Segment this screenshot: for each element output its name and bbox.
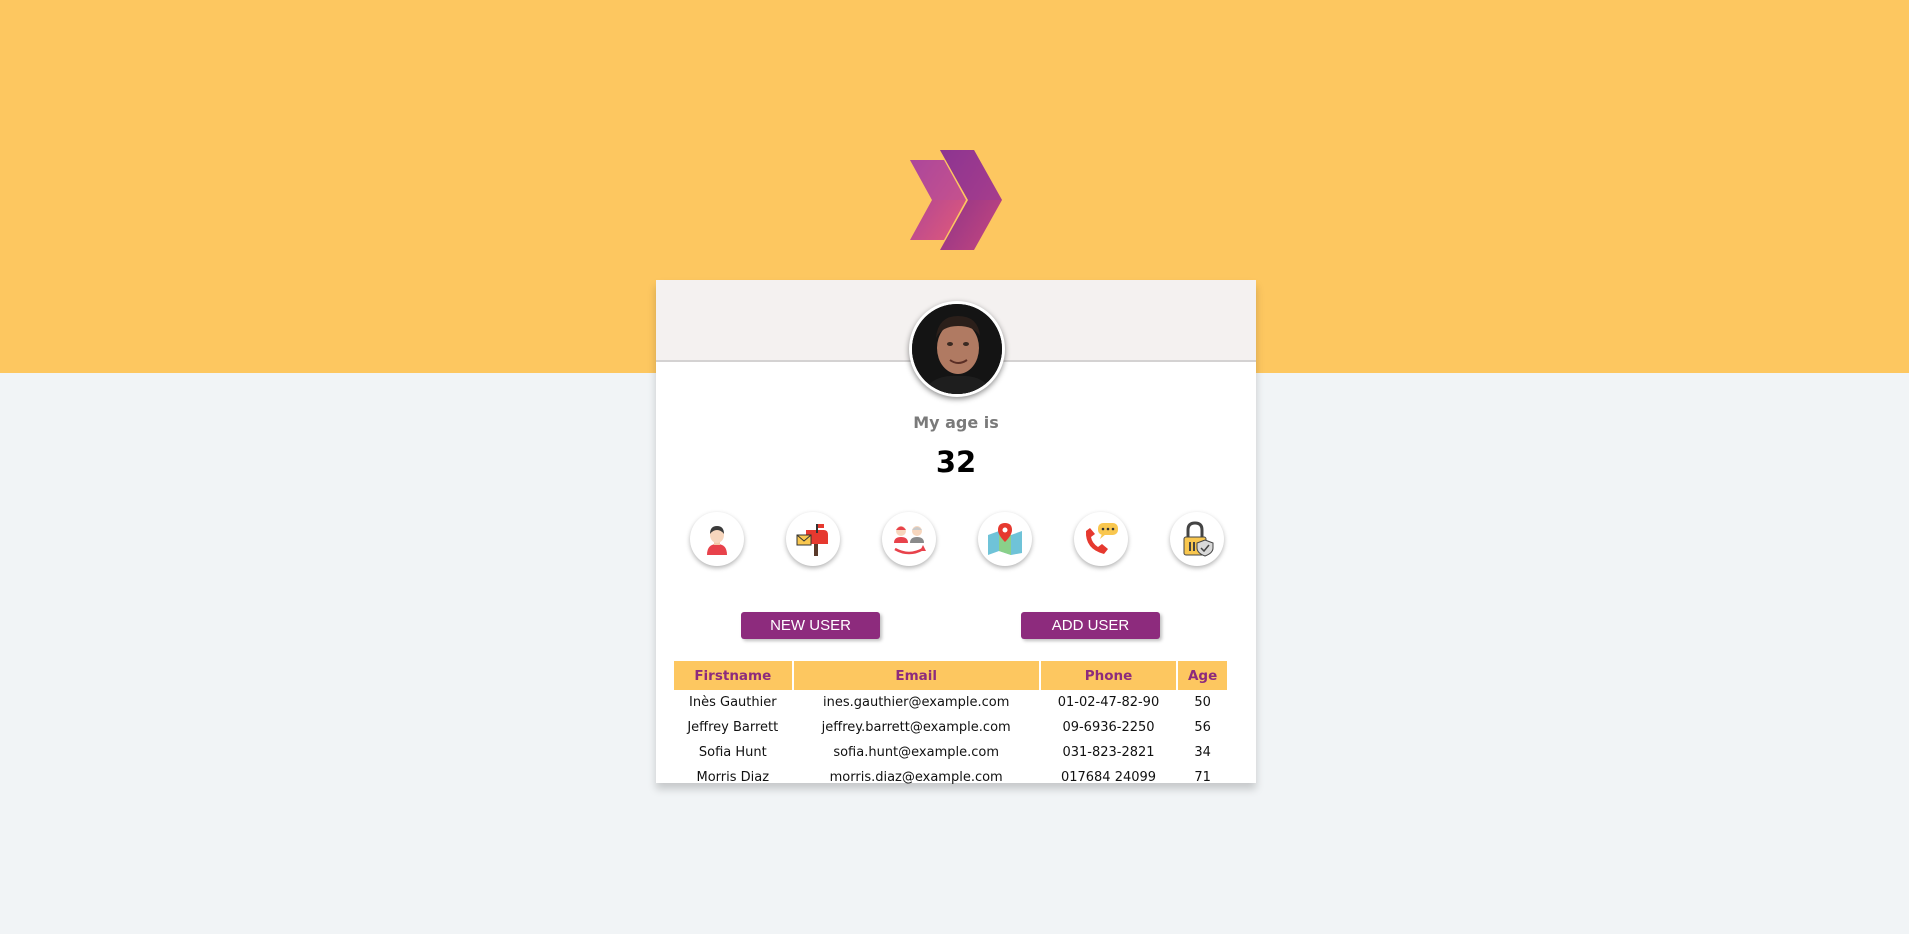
- table-row[interactable]: Morris Diaz morris.diaz@example.com 0176…: [674, 765, 1227, 790]
- cell-age: 34: [1194, 745, 1211, 760]
- cell-phone: 01-02-47-82-90: [1057, 695, 1160, 710]
- cell-firstname: Morris Diaz: [696, 770, 770, 785]
- cell-firstname: Jeffrey Barrett: [687, 720, 779, 735]
- user-icon[interactable]: [690, 512, 744, 566]
- chevron-logo-icon: [908, 148, 1004, 252]
- cell-email: morris.diaz@example.com: [829, 770, 1003, 785]
- cell-firstname: Inès Gauthier: [689, 695, 777, 710]
- avatar: [909, 301, 1005, 397]
- table-row[interactable]: Sofia Hunt sofia.hunt@example.com 031-82…: [674, 740, 1227, 765]
- cell-phone: 031-823-2821: [1062, 745, 1155, 760]
- mailbox-icon[interactable]: [786, 512, 840, 566]
- add-user-button[interactable]: ADD USER: [1021, 612, 1160, 639]
- cell-phone: 09-6936-2250: [1062, 720, 1155, 735]
- cell-phone: 017684 24099: [1060, 770, 1157, 785]
- column-header-firstname[interactable]: Firstname: [674, 661, 792, 690]
- map-icon[interactable]: [978, 512, 1032, 566]
- cell-age: 50: [1194, 695, 1211, 710]
- table-header-row: Firstname Email Phone Age: [674, 661, 1227, 690]
- cell-email: jeffrey.barrett@example.com: [821, 720, 1011, 735]
- cell-firstname: Sofia Hunt: [698, 745, 767, 760]
- table-row[interactable]: Jeffrey Barrett jeffrey.barrett@example.…: [674, 715, 1227, 740]
- info-icon-bar: [690, 512, 1230, 568]
- profile-card: My age is 32 NEW USER ADD USER Firstname…: [656, 280, 1256, 785]
- profile-value: 32: [935, 445, 977, 479]
- cell-age: 71: [1194, 770, 1211, 785]
- users-table: Firstname Email Phone Age Inès Gauthier …: [672, 661, 1229, 790]
- column-header-email[interactable]: Email: [793, 661, 1039, 690]
- profile-title: My age is: [913, 413, 999, 432]
- cell-email: ines.gauthier@example.com: [823, 695, 1010, 710]
- cell-age: 56: [1194, 720, 1211, 735]
- cell-email: sofia.hunt@example.com: [833, 745, 1000, 760]
- lock-icon[interactable]: [1170, 512, 1224, 566]
- table-row[interactable]: Inès Gauthier ines.gauthier@example.com …: [674, 690, 1227, 715]
- column-header-phone[interactable]: Phone: [1040, 661, 1177, 690]
- users-age-icon[interactable]: [882, 512, 936, 566]
- column-header-age[interactable]: Age: [1178, 661, 1227, 690]
- phone-icon[interactable]: [1074, 512, 1128, 566]
- new-user-button[interactable]: NEW USER: [741, 612, 880, 639]
